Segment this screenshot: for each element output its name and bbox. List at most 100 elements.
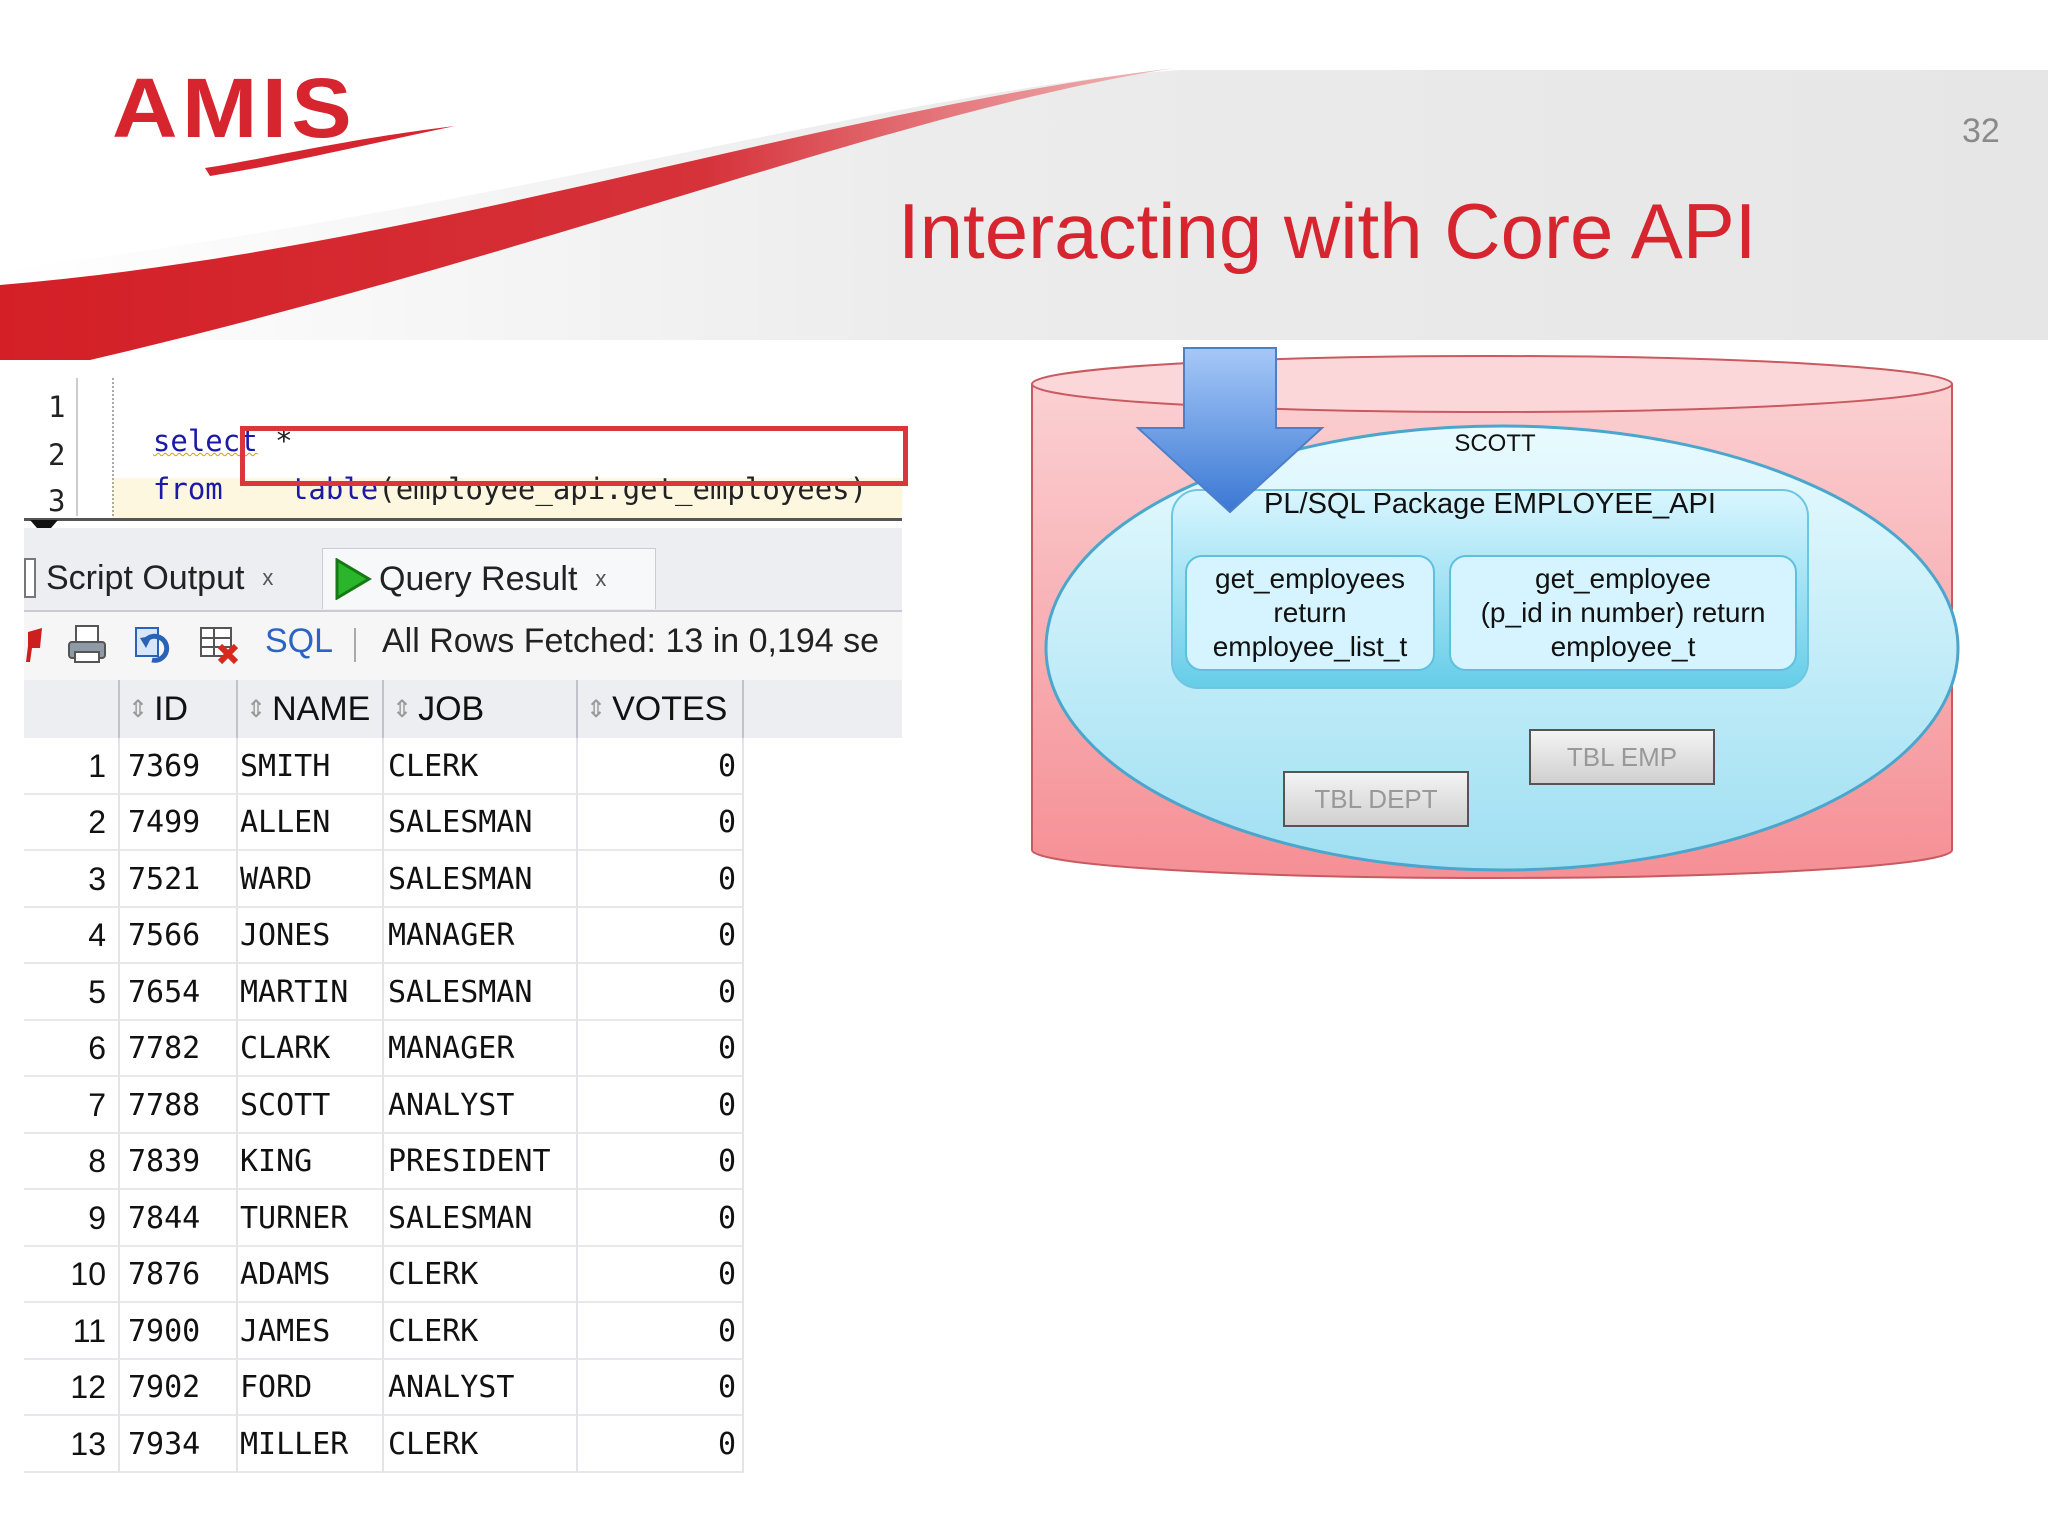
row-number: 8 bbox=[24, 1133, 120, 1190]
page-number: 32 bbox=[1962, 112, 2000, 150]
cell-job[interactable]: CLERK bbox=[384, 1416, 578, 1472]
cell-id[interactable]: 7654 bbox=[120, 964, 238, 1020]
cell-id[interactable]: 7876 bbox=[120, 1246, 238, 1303]
cell-job[interactable]: MANAGER bbox=[384, 1020, 578, 1077]
row-number: 12 bbox=[24, 1359, 120, 1416]
tab-label: Query Result bbox=[379, 559, 578, 598]
cell-name[interactable]: CLARK bbox=[238, 1020, 384, 1077]
cell-job[interactable]: CLERK bbox=[384, 1303, 578, 1359]
close-icon[interactable]: x bbox=[595, 566, 606, 592]
cell-name[interactable]: WARD bbox=[238, 851, 384, 907]
cell-name[interactable]: SCOTT bbox=[238, 1077, 384, 1133]
cell-job[interactable]: MANAGER bbox=[384, 907, 578, 964]
table-emp-label: TBL EMP bbox=[1566, 742, 1678, 772]
row-number: 10 bbox=[24, 1246, 120, 1303]
refresh-icon[interactable] bbox=[132, 622, 174, 666]
cell-job[interactable]: SALESMAN bbox=[384, 851, 578, 907]
row-number: 4 bbox=[24, 907, 120, 964]
cell-votes[interactable]: 0 bbox=[578, 851, 744, 907]
cell-name[interactable]: ALLEN bbox=[238, 794, 384, 851]
cell-job[interactable]: ANALYST bbox=[384, 1077, 578, 1133]
cell-votes[interactable]: 0 bbox=[578, 1190, 744, 1246]
cell-id[interactable]: 7900 bbox=[120, 1303, 238, 1359]
tab-query-result[interactable]: Query Result x bbox=[322, 548, 656, 609]
slide-title: Interacting with Core API bbox=[898, 187, 1757, 275]
cell-votes[interactable]: 0 bbox=[578, 1246, 744, 1303]
column-header-name[interactable]: ⇕ NAME bbox=[238, 680, 384, 738]
row-number: 2 bbox=[24, 794, 120, 851]
cell-id[interactable]: 7782 bbox=[120, 1020, 238, 1077]
line-number-1: 1 bbox=[48, 390, 66, 424]
sort-icon: ⇕ bbox=[586, 695, 607, 723]
toolbar-divider bbox=[354, 628, 356, 662]
cell-name[interactable]: KING bbox=[238, 1133, 384, 1190]
close-icon[interactable]: x bbox=[262, 565, 273, 591]
cell-job[interactable]: PRESIDENT bbox=[384, 1133, 578, 1190]
cell-job[interactable]: CLERK bbox=[384, 1246, 578, 1303]
cell-votes[interactable]: 0 bbox=[578, 1359, 744, 1416]
cell-name[interactable]: JAMES bbox=[238, 1303, 384, 1359]
cell-name[interactable]: SMITH bbox=[238, 738, 384, 794]
cylinder-top bbox=[1031, 355, 1953, 413]
cell-votes[interactable]: 0 bbox=[578, 1303, 744, 1359]
row-number: 6 bbox=[24, 1020, 120, 1077]
cell-votes[interactable]: 0 bbox=[578, 794, 744, 851]
delete-grid-icon[interactable] bbox=[198, 622, 240, 666]
cell-name[interactable]: MILLER bbox=[238, 1416, 384, 1472]
sql-button[interactable]: SQL bbox=[265, 622, 333, 661]
cell-votes[interactable]: 0 bbox=[578, 1133, 744, 1190]
pin-icon[interactable] bbox=[24, 622, 48, 666]
cell-name[interactable]: ADAMS bbox=[238, 1246, 384, 1303]
cell-votes[interactable]: 0 bbox=[578, 1077, 744, 1133]
cell-job[interactable]: SALESMAN bbox=[384, 794, 578, 851]
cell-id[interactable]: 7934 bbox=[120, 1416, 238, 1472]
row-number: 3 bbox=[24, 851, 120, 907]
function-name: get_employee bbox=[1535, 563, 1711, 594]
fetch-status: All Rows Fetched: 13 in 0,194 se bbox=[382, 622, 880, 660]
cell-id[interactable]: 7788 bbox=[120, 1077, 238, 1133]
cell-votes[interactable]: 0 bbox=[578, 1020, 744, 1077]
line-number-2: 2 bbox=[48, 438, 66, 472]
tab-label: Script Output bbox=[46, 558, 245, 597]
cell-name[interactable]: FORD bbox=[238, 1359, 384, 1416]
cell-id[interactable]: 7902 bbox=[120, 1359, 238, 1416]
table-dept-label: TBL DEPT bbox=[1314, 784, 1438, 814]
row-number: 1 bbox=[24, 738, 120, 794]
row-number: 7 bbox=[24, 1077, 120, 1133]
line-number-3: 3 bbox=[48, 484, 66, 514]
cell-job[interactable]: SALESMAN bbox=[384, 1190, 578, 1246]
print-icon[interactable] bbox=[66, 622, 108, 666]
run-arrow-icon bbox=[335, 558, 372, 600]
cell-name[interactable]: JONES bbox=[238, 907, 384, 964]
cell-job[interactable]: SALESMAN bbox=[384, 964, 578, 1020]
column-header-label: ID bbox=[154, 689, 189, 728]
cell-name[interactable]: MARTIN bbox=[238, 964, 384, 1020]
splitter[interactable] bbox=[24, 518, 902, 521]
cell-votes[interactable]: 0 bbox=[578, 1416, 744, 1472]
row-number: 11 bbox=[24, 1303, 120, 1359]
cell-id[interactable]: 7844 bbox=[120, 1190, 238, 1246]
cell-id[interactable]: 7521 bbox=[120, 851, 238, 907]
code-line-2[interactable]: from bbox=[118, 438, 223, 506]
amis-logo: AMIS bbox=[112, 61, 357, 155]
function-return: return bbox=[1273, 597, 1347, 628]
cell-job[interactable]: ANALYST bbox=[384, 1359, 578, 1416]
cell-id[interactable]: 7369 bbox=[120, 738, 238, 794]
cell-id[interactable]: 7839 bbox=[120, 1133, 238, 1190]
column-header-id[interactable]: ⇕ ID bbox=[120, 680, 238, 738]
function-name: get_employees bbox=[1215, 563, 1405, 594]
cell-id[interactable]: 7499 bbox=[120, 794, 238, 851]
tab-script-output[interactable]: Script Output x bbox=[24, 548, 314, 608]
cell-name[interactable]: TURNER bbox=[238, 1190, 384, 1246]
cell-votes[interactable]: 0 bbox=[578, 738, 744, 794]
column-header-label: NAME bbox=[272, 689, 371, 728]
cell-id[interactable]: 7566 bbox=[120, 907, 238, 964]
indent-guide bbox=[112, 378, 114, 516]
cell-votes[interactable]: 0 bbox=[578, 964, 744, 1020]
function-type: employee_t bbox=[1550, 631, 1696, 662]
cell-votes[interactable]: 0 bbox=[578, 907, 744, 964]
row-number: 5 bbox=[24, 964, 120, 1020]
column-header-job[interactable]: ⇕ JOB bbox=[384, 680, 578, 738]
cell-job[interactable]: CLERK bbox=[384, 738, 578, 794]
column-header-votes[interactable]: ⇕ VOTES bbox=[578, 680, 744, 738]
